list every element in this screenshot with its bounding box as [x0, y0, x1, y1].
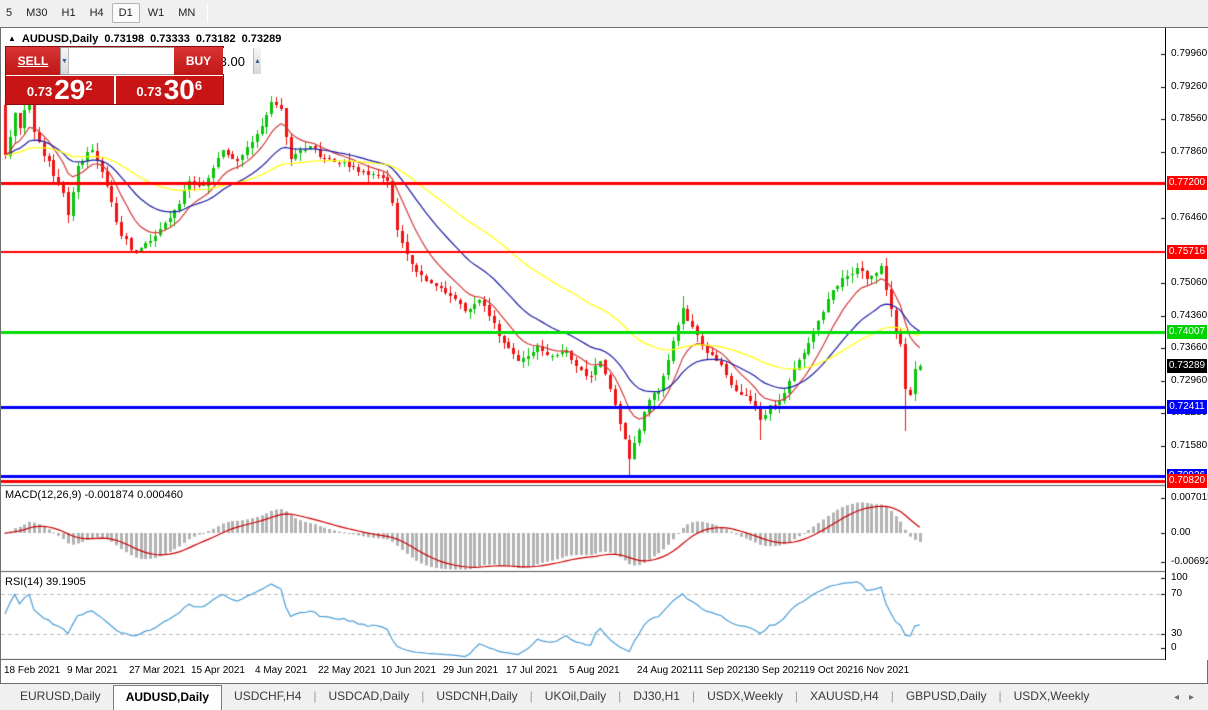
- price-axis-tick: 0.79260: [1171, 80, 1208, 92]
- price-axis[interactable]: 0.79960 0.79260 0.78560 0.77860 0.76460 0.750…: [1165, 28, 1208, 660]
- price-axis-tick: 0.74360: [1171, 309, 1208, 321]
- date-axis-label: 22 May 2021: [318, 665, 376, 676]
- volume-increase-button[interactable]: ▲: [252, 48, 261, 74]
- tab-ukoil-daily[interactable]: UKOil,Daily: [533, 685, 618, 710]
- date-axis-label: 11 Sep 2021: [693, 665, 749, 676]
- macd-axis-tick: 0.00: [1171, 527, 1191, 538]
- sell-button[interactable]: SELL: [6, 47, 60, 75]
- volume-spinbox: ▼ ▲: [60, 47, 261, 75]
- timeframe-button-d1[interactable]: D1: [111, 2, 140, 23]
- ohlc-low: 0.73182: [195, 33, 236, 45]
- price-level-badge: 0.74007: [1167, 325, 1207, 340]
- price-level-badge: 0.72411: [1167, 399, 1207, 414]
- sell-price-sup: 2: [85, 78, 93, 93]
- timeframe-button-m30[interactable]: M30: [20, 4, 53, 22]
- chart-canvas[interactable]: [1, 28, 1165, 660]
- tab-usdx-weekly[interactable]: USDX,Weekly: [1002, 685, 1102, 710]
- buy-price-display[interactable]: 0.73 30 6: [116, 76, 224, 104]
- trade-panel-controls: SELL ▼ ▲ BUY: [6, 47, 261, 75]
- tab-gbpusd-daily[interactable]: GBPUSD,Daily: [894, 685, 999, 710]
- timeframe-button-mn[interactable]: MN: [172, 4, 201, 22]
- price-axis-tick: 0.73660: [1171, 342, 1208, 354]
- date-axis-label: 17 Jul 2021: [506, 665, 558, 676]
- date-axis-label: 24 Aug 2021: [637, 665, 694, 676]
- rsi-axis-tick: 100: [1171, 572, 1188, 583]
- buy-button[interactable]: BUY: [174, 47, 223, 75]
- price-level-badge: 0.77200: [1167, 175, 1207, 190]
- volume-decrease-button[interactable]: ▼: [61, 48, 69, 74]
- mt4-application: 5 M30 H1 H4 D1 W1 MN ▲ AUDUSD,Daily 0.73198 0.…: [0, 0, 1208, 710]
- price-axis-tick: 0.75060: [1171, 276, 1208, 288]
- price-axis-tick: 0.78560: [1171, 113, 1208, 125]
- scroll-left-icon[interactable]: ◂: [1174, 692, 1179, 703]
- chevron-down-icon: ▼: [61, 57, 68, 65]
- price-axis-tick: 0.79960: [1171, 48, 1208, 59]
- time-axis[interactable]: 18 Feb 2021 9 Mar 2021 27 Mar 2021 15 Apr 2…: [1, 660, 1207, 683]
- price-axis-tick: 0.77860: [1171, 146, 1208, 158]
- date-axis-label: 5 Aug 2021: [569, 665, 620, 676]
- rsi-axis-tick: 30: [1171, 628, 1183, 639]
- rsi-axis-tick: 70: [1171, 588, 1183, 599]
- rsi-axis-tick: 0: [1171, 642, 1177, 653]
- tab-audusd-daily[interactable]: AUDUSD,Daily: [112, 685, 223, 710]
- price-axis-tick: 0.72960: [1171, 375, 1208, 387]
- price-axis-tick: 0.76460: [1171, 211, 1208, 223]
- date-axis-label: 19 Oct 2021: [804, 665, 859, 676]
- volume-input[interactable]: [68, 48, 253, 74]
- trade-panel-prices: 0.73 29 2 0.73 30 6: [6, 75, 223, 104]
- date-axis-label: 29 Jun 2021: [443, 665, 499, 676]
- buy-price-sup: 6: [194, 78, 203, 93]
- price-level-badge: 0.73289: [1167, 358, 1207, 373]
- sell-price-big: 29: [54, 74, 86, 105]
- toolbar-separator: [207, 3, 209, 22]
- price-level-badge: 0.75716: [1167, 245, 1207, 260]
- date-axis-label: 9 Mar 2021: [67, 665, 118, 676]
- tab-xauusd-h4[interactable]: XAUUSD,H4: [798, 685, 891, 710]
- timeframe-button-5[interactable]: 5: [0, 4, 18, 22]
- scroll-right-icon[interactable]: ▸: [1189, 692, 1194, 703]
- chevron-up-icon: ▲: [253, 57, 261, 65]
- sell-price-prefix: 0.73: [26, 84, 53, 99]
- buy-price-big: 30: [163, 74, 195, 105]
- macd-axis-tick: -0.006923: [1171, 556, 1208, 567]
- date-axis-label: 4 May 2021: [255, 665, 308, 676]
- tab-usdx-weekly[interactable]: USDX,Weekly: [695, 685, 795, 710]
- one-click-trading-panel: SELL ▼ ▲ BUY 0.73 29 2: [5, 46, 261, 105]
- tab-dj30-h1[interactable]: DJ30,H1: [621, 685, 692, 710]
- timeframe-button-h4[interactable]: H4: [84, 4, 110, 22]
- tab-usdcad-daily[interactable]: USDCAD,Daily: [317, 685, 422, 710]
- ohlc-high: 0.73333: [150, 33, 190, 45]
- price-axis-tick: 0.71580: [1171, 439, 1208, 451]
- chart-header: ▲ AUDUSD,Daily 0.73198 0.73333 0.73182 0…: [8, 33, 281, 45]
- date-axis-label: 30 Sep 2021: [748, 665, 805, 676]
- date-axis-label: 18 Feb 2021: [4, 665, 61, 676]
- tab-usdcnh-daily[interactable]: USDCNH,Daily: [424, 685, 529, 710]
- chart-tab-bar: EURUSD,Daily AUDUSD,Daily USDCHF,H4 | USDCAD…: [0, 685, 1208, 710]
- ohlc-open: 0.73198: [104, 33, 145, 45]
- chart-symbol: AUDUSD,Daily: [21, 33, 99, 45]
- date-axis-label: 10 Jun 2021: [381, 665, 437, 676]
- timeframe-toolbar: 5 M30 H1 H4 D1 W1 MN: [0, 0, 1208, 25]
- tab-eurusd-daily[interactable]: EURUSD,Daily: [8, 685, 113, 710]
- ohlc-close: 0.73289: [241, 33, 282, 45]
- date-axis-label: 27 Mar 2021: [129, 665, 186, 676]
- chart-window: ▲ AUDUSD,Daily 0.73198 0.73333 0.73182 0…: [0, 27, 1208, 684]
- macd-indicator-label: MACD(12,26,9) -0.001874 0.000460: [5, 489, 183, 501]
- price-level-badge: 0.70820: [1167, 474, 1207, 489]
- tab-usdchf-h4[interactable]: USDCHF,H4: [222, 685, 313, 710]
- sell-price-display[interactable]: 0.73 29 2: [6, 76, 114, 104]
- collapse-panel-icon[interactable]: ▲: [8, 34, 16, 44]
- buy-price-prefix: 0.73: [136, 84, 162, 99]
- date-axis-label: 15 Apr 2021: [191, 665, 245, 676]
- timeframe-button-w1[interactable]: W1: [142, 4, 171, 22]
- date-axis-label: 6 Nov 2021: [858, 665, 910, 676]
- timeframe-button-h1[interactable]: H1: [56, 4, 82, 22]
- macd-axis-tick: 0.007015: [1171, 491, 1208, 503]
- rsi-indicator-label: RSI(14) 39.1905: [5, 576, 86, 588]
